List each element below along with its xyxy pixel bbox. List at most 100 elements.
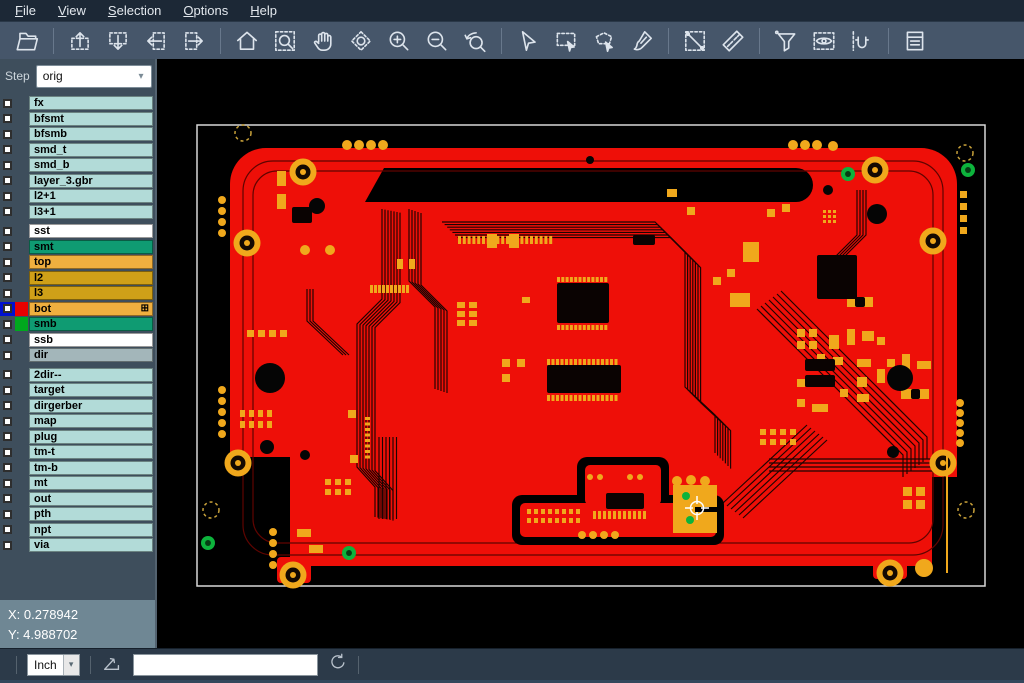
- filter-button[interactable]: [769, 24, 803, 58]
- measure-corner-icon[interactable]: [101, 651, 123, 678]
- layer-checkbox-2dir--[interactable]: [0, 368, 15, 382]
- layer-label-bfsmb[interactable]: bfsmb: [29, 127, 153, 141]
- unit-dropdown[interactable]: Inch ▾: [27, 654, 80, 676]
- layer-label-l2+1[interactable]: l2+1: [29, 189, 153, 203]
- layer-label-smd_t[interactable]: smd_t: [29, 143, 153, 157]
- select-button[interactable]: [511, 24, 545, 58]
- select-rect-button[interactable]: [549, 24, 583, 58]
- layer-label-out[interactable]: out: [29, 492, 153, 506]
- layer-label-l2[interactable]: l2: [29, 271, 153, 285]
- ruler-button[interactable]: [716, 24, 750, 58]
- layer-row-bfsmt: bfsmt: [0, 112, 155, 126]
- layer-checkbox-npt[interactable]: [0, 523, 15, 537]
- layer-label-map[interactable]: map: [29, 414, 153, 428]
- layer-checkbox-out[interactable]: [0, 492, 15, 506]
- layer-checkbox-target[interactable]: [0, 383, 15, 397]
- layer-label-2dir--[interactable]: 2dir--: [29, 368, 153, 382]
- layer-label-layer_3.gbr[interactable]: layer_3.gbr: [29, 174, 153, 188]
- layer-label-smt[interactable]: smt: [29, 240, 153, 254]
- layer-checkbox-smd_t[interactable]: [0, 143, 15, 157]
- zoom-area-button[interactable]: [344, 24, 378, 58]
- layer-label-bfsmt[interactable]: bfsmt: [29, 112, 153, 126]
- layer-label-l3[interactable]: l3: [29, 286, 153, 300]
- checkbox-icon: [3, 242, 12, 251]
- layer-checkbox-via[interactable]: [0, 538, 15, 552]
- open-button[interactable]: [10, 24, 44, 58]
- layer-label-dir[interactable]: dir: [29, 348, 153, 362]
- layer-label-smd_b[interactable]: smd_b: [29, 158, 153, 172]
- shift-up-button[interactable]: [63, 24, 97, 58]
- layer-checkbox-tm-b[interactable]: [0, 461, 15, 475]
- layer-label-fx[interactable]: fx: [29, 96, 153, 110]
- layer-checkbox-top[interactable]: [0, 255, 15, 269]
- layer-checkbox-bfsmt[interactable]: [0, 112, 15, 126]
- layer-checkbox-bfsmb[interactable]: [0, 127, 15, 141]
- layer-checkbox-ssb[interactable]: [0, 333, 15, 347]
- layer-label-plug[interactable]: plug: [29, 430, 153, 444]
- menu-help[interactable]: Help: [239, 1, 288, 20]
- layer-color-swatch: [15, 189, 28, 203]
- layer-label-dirgerber[interactable]: dirgerber: [29, 399, 153, 413]
- layer-checkbox-map[interactable]: [0, 414, 15, 428]
- layer-row-smd_t: smd_t: [0, 143, 155, 157]
- layer-checkbox-fx[interactable]: [0, 96, 15, 110]
- layer-label-pth[interactable]: pth: [29, 507, 153, 521]
- layer-row-top: top: [0, 255, 155, 269]
- toolbar-divider: [888, 28, 889, 54]
- layer-checkbox-l3[interactable]: [0, 286, 15, 300]
- zoom-home-button[interactable]: [230, 24, 264, 58]
- layer-color-swatch: [15, 430, 28, 444]
- layer-label-ssb[interactable]: ssb: [29, 333, 153, 347]
- measure-button[interactable]: [678, 24, 712, 58]
- zoom-out-button[interactable]: [420, 24, 454, 58]
- refresh-icon[interactable]: [328, 652, 348, 677]
- layer-checkbox-pth[interactable]: [0, 507, 15, 521]
- layer-label-top[interactable]: top: [29, 255, 153, 269]
- step-dropdown[interactable]: orig ▾: [36, 65, 152, 88]
- layer-label-tm-t[interactable]: tm-t: [29, 445, 153, 459]
- zoom-window-button[interactable]: [268, 24, 302, 58]
- pcb-viewport[interactable]: [157, 59, 1024, 648]
- layer-checkbox-layer_3.gbr[interactable]: [0, 174, 15, 188]
- layer-checkbox-l2[interactable]: [0, 271, 15, 285]
- layer-checkbox-dir[interactable]: [0, 348, 15, 362]
- view-options-button[interactable]: [807, 24, 841, 58]
- select-polygon-button[interactable]: [587, 24, 621, 58]
- layer-checkbox-mt[interactable]: [0, 476, 15, 490]
- menu-selection[interactable]: Selection: [97, 1, 172, 20]
- layer-label-target[interactable]: target: [29, 383, 153, 397]
- menu-file[interactable]: File: [4, 1, 47, 20]
- layer-label-bot[interactable]: bot⊞: [29, 302, 153, 316]
- layer-label-tm-b[interactable]: tm-b: [29, 461, 153, 475]
- layer-checkbox-sst[interactable]: [0, 224, 15, 238]
- layer-checkbox-smd_b[interactable]: [0, 158, 15, 172]
- layer-checkbox-l2+1[interactable]: [0, 189, 15, 203]
- report-button[interactable]: [898, 24, 932, 58]
- layer-checkbox-bot[interactable]: [0, 302, 15, 316]
- layer-checkbox-l3+1[interactable]: [0, 205, 15, 219]
- layer-checkbox-dirgerber[interactable]: [0, 399, 15, 413]
- layer-row-layer_3.gbr: layer_3.gbr: [0, 174, 155, 188]
- layer-label-npt[interactable]: npt: [29, 523, 153, 537]
- shift-left-button[interactable]: [139, 24, 173, 58]
- layer-label-via[interactable]: via: [29, 538, 153, 552]
- clear-button[interactable]: [625, 24, 659, 58]
- shift-right-button[interactable]: [177, 24, 211, 58]
- shift-down-button[interactable]: [101, 24, 135, 58]
- zoom-in-button[interactable]: [382, 24, 416, 58]
- command-input[interactable]: [133, 654, 318, 676]
- zoom-previous-button[interactable]: [458, 24, 492, 58]
- layer-label-sst[interactable]: sst: [29, 224, 153, 238]
- layer-color-swatch: [15, 255, 28, 269]
- snap-button[interactable]: [845, 24, 879, 58]
- layer-label-l3+1[interactable]: l3+1: [29, 205, 153, 219]
- layer-checkbox-tm-t[interactable]: [0, 445, 15, 459]
- menu-options[interactable]: Options: [172, 1, 239, 20]
- pan-button[interactable]: [306, 24, 340, 58]
- layer-checkbox-plug[interactable]: [0, 430, 15, 444]
- menu-view[interactable]: View: [47, 1, 97, 20]
- layer-checkbox-smb[interactable]: [0, 317, 15, 331]
- layer-label-mt[interactable]: mt: [29, 476, 153, 490]
- layer-checkbox-smt[interactable]: [0, 240, 15, 254]
- layer-label-smb[interactable]: smb: [29, 317, 153, 331]
